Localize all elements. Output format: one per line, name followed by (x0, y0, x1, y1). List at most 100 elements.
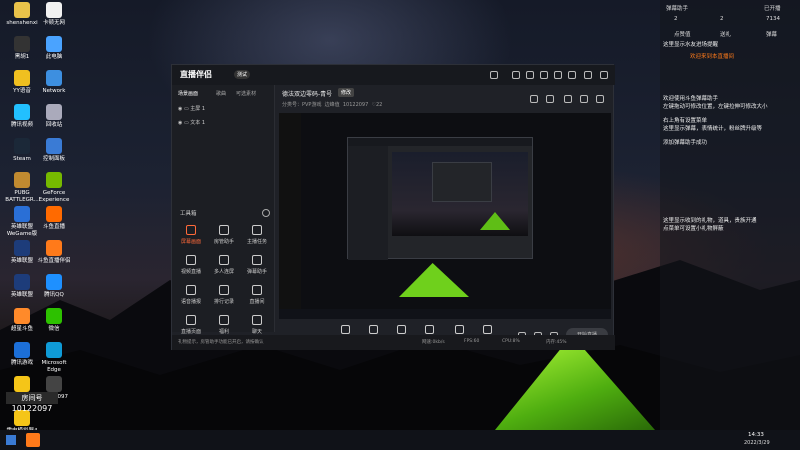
desktop-icon-label: GeForce Experience (38, 190, 70, 203)
app-icon (14, 342, 30, 358)
status-hint: 礼物提示，房管助手功能已开启，请按确认 (178, 340, 264, 345)
preview-tent (399, 263, 469, 297)
tab-materials[interactable]: 可选素材 (236, 90, 256, 97)
toolbox-item-label: 屏幕画面 (180, 239, 201, 245)
toolbox-item[interactable]: 弹幕助手 (244, 255, 270, 275)
live-companion-taskbar-icon[interactable] (26, 433, 40, 447)
desktop-icon[interactable]: 微信 (34, 308, 74, 333)
app-icon (46, 342, 62, 358)
app-icon (14, 240, 30, 256)
toolbox-item-label: 语音播报 (180, 299, 201, 305)
source-row[interactable]: ◉ ▭ 文本 1 (178, 119, 205, 126)
room-meta: 分类号：PVP游戏 边峰值 10122097 ♡22 (282, 102, 383, 108)
toolbox-item[interactable]: 屏幕画面 (178, 225, 204, 245)
start-icon[interactable] (6, 435, 16, 445)
app-icon (46, 104, 62, 120)
desktop-icon[interactable]: 此电脑 (34, 36, 74, 61)
preview-canvas[interactable] (279, 113, 611, 319)
desktop-icon[interactable]: 腾讯QQ (34, 274, 74, 299)
tab-danmu[interactable]: 弹幕 (766, 30, 777, 38)
desktop-icon[interactable]: 卡顿无网 (34, 2, 74, 27)
mail-icon[interactable] (512, 71, 520, 79)
toolbox-item[interactable]: 视频直播 (178, 255, 204, 275)
toolbox-item[interactable]: 直播间 (244, 285, 270, 305)
screenshot-icon[interactable] (546, 95, 554, 103)
tool-icon (219, 315, 229, 325)
toolbox-item[interactable]: 福利 (211, 315, 237, 335)
tool-icon (186, 285, 196, 295)
tab-gifts[interactable]: 送礼 (720, 30, 731, 38)
toolbox-item[interactable]: 直播页面 (178, 315, 204, 335)
toolbox-item-label: 多人连屏 (213, 269, 234, 275)
app-icon (46, 308, 62, 324)
preview-desktop-strip (279, 113, 301, 319)
layout-icon[interactable] (564, 95, 572, 103)
app-icon (14, 274, 30, 290)
desktop-icon-label: 此电脑 (45, 54, 63, 60)
desktop-icon-label: 斗鱼直播伴侣 (37, 258, 71, 264)
desktop-icon-label: 斗鱼直播 (42, 224, 65, 230)
toolbox-item[interactable]: 房管助手 (211, 225, 237, 245)
app-icon (46, 376, 62, 392)
taskbar: 14:33 2022/3/29 (0, 430, 800, 450)
share-icon[interactable] (596, 95, 604, 103)
settings-icon[interactable] (554, 71, 562, 79)
live-status: 已开播 (764, 6, 781, 12)
stat-likes: 2 (674, 16, 678, 22)
source-row[interactable]: ◉ ▭ 主屏 1 (178, 105, 205, 112)
preview-nested-window (347, 137, 533, 260)
toolbox-item-label: 主播任务 (246, 239, 267, 245)
desktop-icon[interactable]: Microsoft Edge (34, 342, 74, 374)
toolbox-item[interactable]: 聊天 (244, 315, 270, 335)
toolbox-item[interactable]: 语音播报 (178, 285, 204, 305)
chat-line: 点菜单可设置小礼物屏蔽 (663, 226, 724, 232)
desktop-icon[interactable]: 回收站 (34, 104, 74, 129)
desktop-icon[interactable]: Network (34, 70, 74, 95)
tool-icon (252, 225, 262, 235)
chat-line: 欢迎来到本直播间 (690, 54, 735, 60)
toolbox-item[interactable]: 排行记录 (211, 285, 237, 305)
edit-title-button[interactable]: 修改 (338, 88, 355, 97)
tool-icon (252, 285, 262, 295)
toolbox-item[interactable]: 主播任务 (244, 225, 270, 245)
tab-scene[interactable]: 场景画面 (178, 90, 198, 97)
gift-icon[interactable] (526, 71, 534, 79)
tab-songs[interactable]: 歌曲 (216, 90, 226, 97)
desktop-icon[interactable]: GeForce Experience (34, 172, 74, 204)
desktop-icon[interactable]: 控制面板 (34, 138, 74, 163)
stat-gifts: 2 (720, 16, 724, 22)
tool-icon (186, 225, 196, 235)
shirt-icon[interactable] (540, 71, 548, 79)
record-icon[interactable] (530, 95, 538, 103)
chat-line: 右上角有设置菜单 (663, 118, 708, 124)
tab-likes[interactable]: 点赞值 (674, 30, 691, 38)
minimize-icon[interactable] (568, 71, 576, 79)
desktop-icon-label: Microsoft Edge (41, 360, 67, 373)
version-badge[interactable]: 测试 (234, 70, 251, 79)
tool-icon (186, 255, 196, 265)
sidebar: 场景画面 歌曲 可选素材 ◉ ▭ 主屏 1 ◉ ▭ 文本 1 工具箱 屏幕画面 房… (172, 85, 275, 335)
desktop-icon[interactable]: 斗鱼直播伴侣 (34, 240, 74, 265)
desktop-icon[interactable]: 斗鱼直播 (34, 206, 74, 231)
toolbox-item-label: 排行记录 (213, 299, 234, 305)
main-panel: 德法双边零码-青号 修改 分类号：PVP游戏 边峰值 10122097 ♡22 … (276, 85, 614, 351)
room-badge: 房间号 10122097 (6, 392, 58, 428)
desktop-icon-label: 卡顿无网 (42, 20, 65, 26)
chat-line: 欢迎使用斗鱼弹幕助手 (663, 96, 719, 102)
chat-line: 添加弹幕助手成功 (663, 140, 708, 146)
desktop-icon-label: 腾讯QQ (44, 292, 64, 298)
live-companion-window: 直播伴侣 测试 场景画面 歌曲 可选素材 ◉ ▭ 主屏 1 ◉ ▭ 文本 1 工… (171, 64, 615, 351)
app-icon (46, 138, 62, 154)
close-toolbox-icon[interactable] (262, 209, 270, 217)
maximize-icon[interactable] (584, 71, 592, 79)
app-icon (46, 36, 62, 52)
title-bar: 直播伴侣 测试 (172, 65, 615, 85)
user-icon[interactable] (490, 71, 498, 79)
app-icon (14, 36, 30, 52)
bell-icon[interactable] (580, 95, 588, 103)
app-icon (46, 274, 62, 290)
app-icon (46, 70, 62, 86)
toolbox-item[interactable]: 多人连屏 (211, 255, 237, 275)
app-icon (14, 206, 30, 222)
close-icon[interactable] (600, 71, 608, 79)
